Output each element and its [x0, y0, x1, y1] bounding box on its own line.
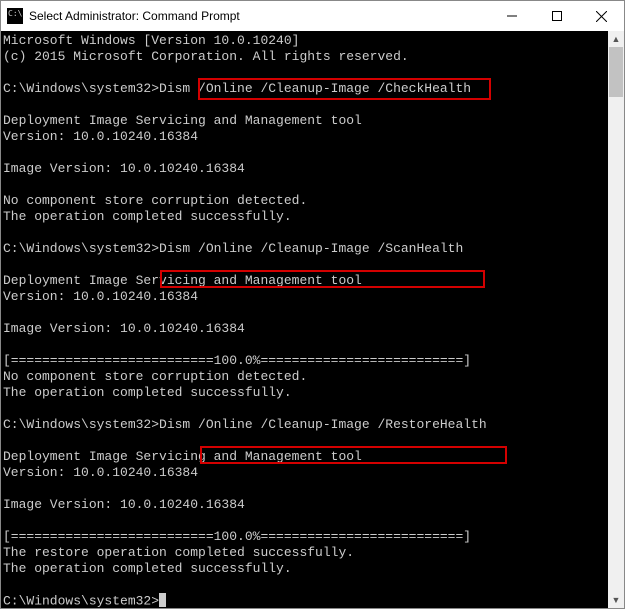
scroll-up-icon[interactable]: ▲ — [608, 31, 624, 47]
terminal-line: Image Version: 10.0.10240.16384 — [3, 497, 606, 513]
terminal-area: Microsoft Windows [Version 10.0.10240](c… — [1, 31, 624, 608]
terminal-line: Deployment Image Servicing and Managemen… — [3, 449, 606, 465]
terminal-line: Version: 10.0.10240.16384 — [3, 129, 606, 145]
terminal-line: C:\Windows\system32>Dism /Online /Cleanu… — [3, 417, 606, 433]
terminal-line: Deployment Image Servicing and Managemen… — [3, 273, 606, 289]
terminal-line: [==========================100.0%=======… — [3, 353, 606, 369]
terminal-line: Microsoft Windows [Version 10.0.10240] — [3, 33, 606, 49]
close-button[interactable] — [579, 1, 624, 31]
scrollbar[interactable]: ▲ ▼ — [608, 31, 624, 608]
terminal-line — [3, 433, 606, 449]
terminal-line — [3, 305, 606, 321]
window: Select Administrator: Command Prompt Mic… — [0, 0, 625, 609]
terminal-line — [3, 145, 606, 161]
cursor — [159, 593, 166, 607]
window-title: Select Administrator: Command Prompt — [29, 9, 240, 23]
terminal-line: Version: 10.0.10240.16384 — [3, 465, 606, 481]
terminal-line — [3, 577, 606, 593]
terminal-line: C:\Windows\system32>Dism /Online /Cleanu… — [3, 81, 606, 97]
scroll-thumb[interactable] — [609, 47, 623, 97]
terminal-line — [3, 481, 606, 497]
titlebar[interactable]: Select Administrator: Command Prompt — [1, 1, 624, 31]
maximize-button[interactable] — [534, 1, 579, 31]
scroll-down-icon[interactable]: ▼ — [608, 592, 624, 608]
terminal-line — [3, 257, 606, 273]
terminal-line: C:\Windows\system32> — [3, 593, 606, 608]
minimize-button[interactable] — [489, 1, 534, 31]
terminal-line: [==========================100.0%=======… — [3, 529, 606, 545]
terminal-line: Image Version: 10.0.10240.16384 — [3, 161, 606, 177]
window-controls — [489, 1, 624, 31]
terminal-line — [3, 65, 606, 81]
terminal-line: Version: 10.0.10240.16384 — [3, 289, 606, 305]
terminal-line: The operation completed successfully. — [3, 561, 606, 577]
terminal-line: The operation completed successfully. — [3, 385, 606, 401]
terminal-line — [3, 513, 606, 529]
terminal-line — [3, 225, 606, 241]
terminal-line — [3, 337, 606, 353]
terminal-line: C:\Windows\system32>Dism /Online /Cleanu… — [3, 241, 606, 257]
terminal-line: The restore operation completed successf… — [3, 545, 606, 561]
terminal-line — [3, 401, 606, 417]
terminal-line: The operation completed successfully. — [3, 209, 606, 225]
terminal-line: No component store corruption detected. — [3, 193, 606, 209]
terminal-line — [3, 97, 606, 113]
terminal-line: No component store corruption detected. — [3, 369, 606, 385]
terminal[interactable]: Microsoft Windows [Version 10.0.10240](c… — [1, 31, 608, 608]
cmd-icon — [7, 8, 23, 24]
terminal-line: Image Version: 10.0.10240.16384 — [3, 321, 606, 337]
terminal-line: Deployment Image Servicing and Managemen… — [3, 113, 606, 129]
terminal-line — [3, 177, 606, 193]
terminal-line: (c) 2015 Microsoft Corporation. All righ… — [3, 49, 606, 65]
